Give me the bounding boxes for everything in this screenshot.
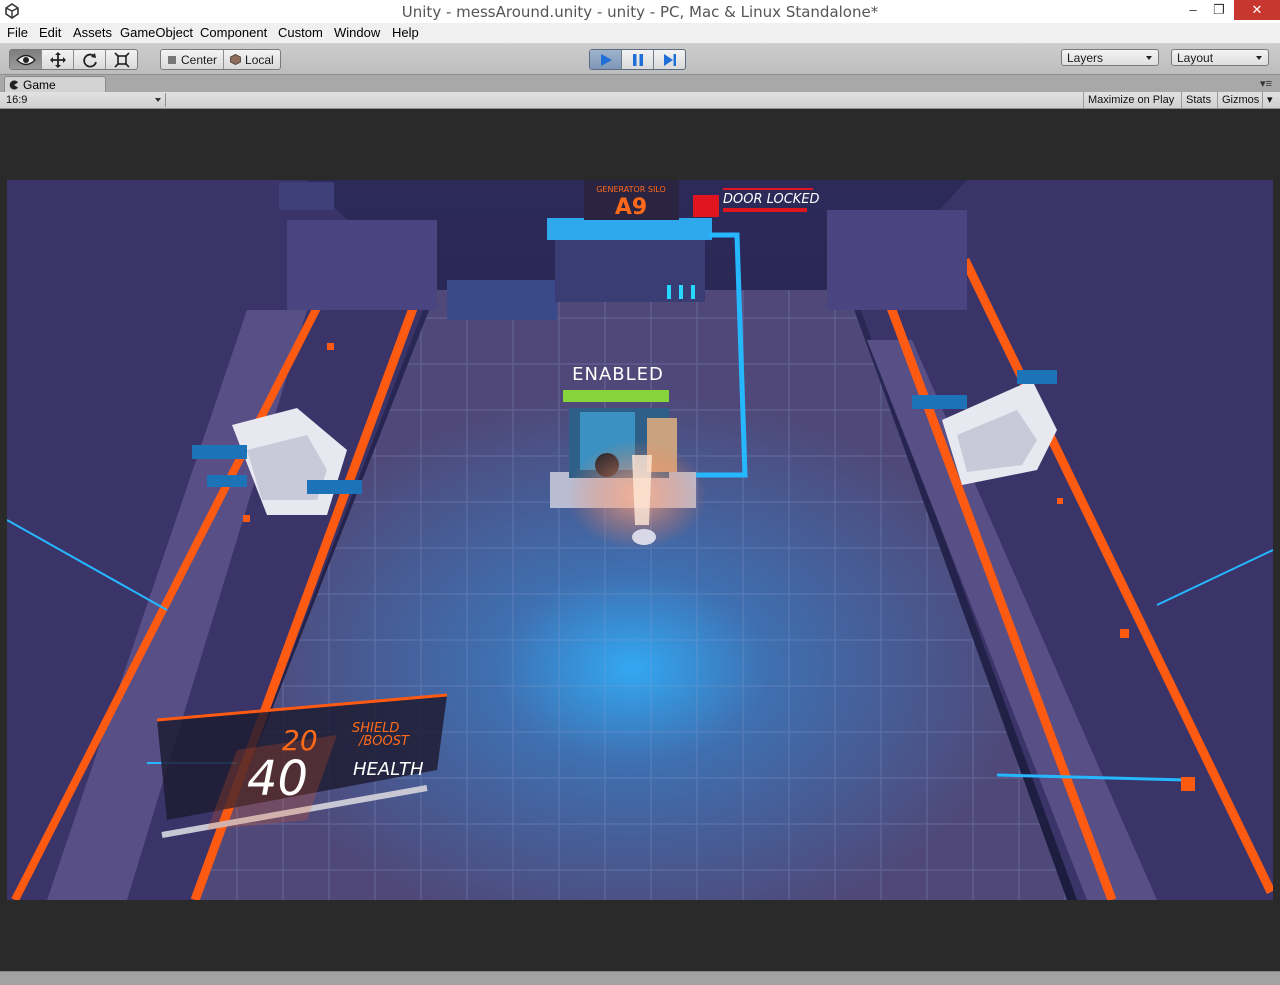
pivot-local-label: Local (245, 52, 274, 67)
scale-tool-button[interactable] (106, 50, 137, 69)
sign-label: GENERATOR SILO (596, 185, 666, 194)
menu-help[interactable]: Help (392, 25, 419, 40)
gizmos-chevron-icon[interactable]: ▾ (1262, 92, 1279, 108)
menu-component[interactable]: Component (200, 25, 267, 40)
pause-button[interactable] (622, 50, 654, 69)
menu-assets[interactable]: Assets (73, 25, 112, 40)
game-viewport: GENERATOR SILO A9 DOOR LOCKED ENABLED 20… (0, 109, 1280, 971)
maximize-on-play-toggle[interactable]: Maximize on Play (1083, 92, 1178, 108)
title-bar: Unity - messAround.unity - unity - PC, M… (0, 0, 1280, 24)
gizmos-dropdown[interactable]: Gizmos (1217, 92, 1263, 108)
chevron-down-icon (1146, 56, 1152, 60)
main-toolbar: Center Local Layers Layout (0, 44, 1280, 75)
menu-file[interactable]: File (7, 25, 28, 40)
transform-tools (9, 49, 138, 70)
menu-window[interactable]: Window (334, 25, 380, 40)
pivot-center-icon (168, 55, 176, 64)
status-bar (0, 971, 1280, 985)
eye-icon (15, 54, 36, 65)
pause-icon (632, 53, 643, 66)
health-label: HEALTH (353, 759, 424, 780)
step-icon (663, 53, 676, 66)
play-button[interactable] (590, 50, 622, 69)
game-view-toolbar: 16:9 Maximize on Play Stats Gizmos ▾ (0, 92, 1280, 109)
menu-gameobject[interactable]: GameObject (120, 25, 193, 40)
pivot-toggle-group: Center Local (160, 49, 281, 70)
shield-label-line2: /BOOST (358, 734, 410, 749)
view-tool-button[interactable] (10, 50, 42, 69)
health-value: 40 (247, 751, 308, 807)
aspect-ratio-label: 16:9 (6, 94, 28, 106)
scale-icon (113, 51, 130, 68)
play-icon (600, 53, 612, 66)
playback-controls (589, 49, 686, 70)
rotate-icon (82, 52, 97, 67)
move-icon (49, 51, 66, 68)
restore-button[interactable]: ❐ (1204, 0, 1234, 20)
layout-dropdown-label: Layout (1177, 51, 1214, 65)
tab-game-label: Game (23, 78, 56, 92)
move-tool-button[interactable] (42, 50, 74, 69)
game-render: GENERATOR SILO A9 DOOR LOCKED ENABLED 20… (7, 180, 1273, 900)
sign-code: A9 (615, 195, 647, 220)
pacman-icon (9, 80, 18, 90)
panel-menu-icon[interactable]: ▾≡ (1260, 77, 1272, 90)
pivot-local-button[interactable]: Local (224, 50, 280, 69)
game-scene[interactable]: GENERATOR SILO A9 DOOR LOCKED ENABLED 20… (7, 180, 1273, 900)
menu-bar: File Edit Assets GameObject Component Cu… (0, 23, 1280, 44)
pivot-center-button[interactable]: Center (161, 50, 225, 69)
layers-dropdown-label: Layers (1067, 51, 1104, 65)
rotate-tool-button[interactable] (74, 50, 106, 69)
menu-edit[interactable]: Edit (39, 25, 61, 40)
cube-icon (230, 54, 241, 65)
tab-game[interactable]: Game (4, 76, 106, 92)
panel-tab-bar: Game ▾≡ (0, 75, 1280, 92)
chevron-down-icon (155, 98, 161, 102)
layers-dropdown[interactable]: Layers (1061, 49, 1159, 66)
stats-toggle[interactable]: Stats (1181, 92, 1215, 108)
menu-custom[interactable]: Custom (278, 25, 323, 40)
aspect-ratio-dropdown[interactable]: 16:9 (6, 93, 166, 107)
step-button[interactable] (654, 50, 685, 69)
window-title: Unity - messAround.unity - unity - PC, M… (401, 3, 879, 21)
chevron-down-icon (1256, 56, 1262, 60)
pivot-center-label: Center (181, 52, 218, 67)
close-button[interactable]: ✕ (1234, 0, 1280, 20)
generator-status-text: ENABLED (572, 364, 664, 385)
layout-dropdown[interactable]: Layout (1171, 49, 1269, 66)
door-status-text: DOOR LOCKED (723, 192, 820, 207)
